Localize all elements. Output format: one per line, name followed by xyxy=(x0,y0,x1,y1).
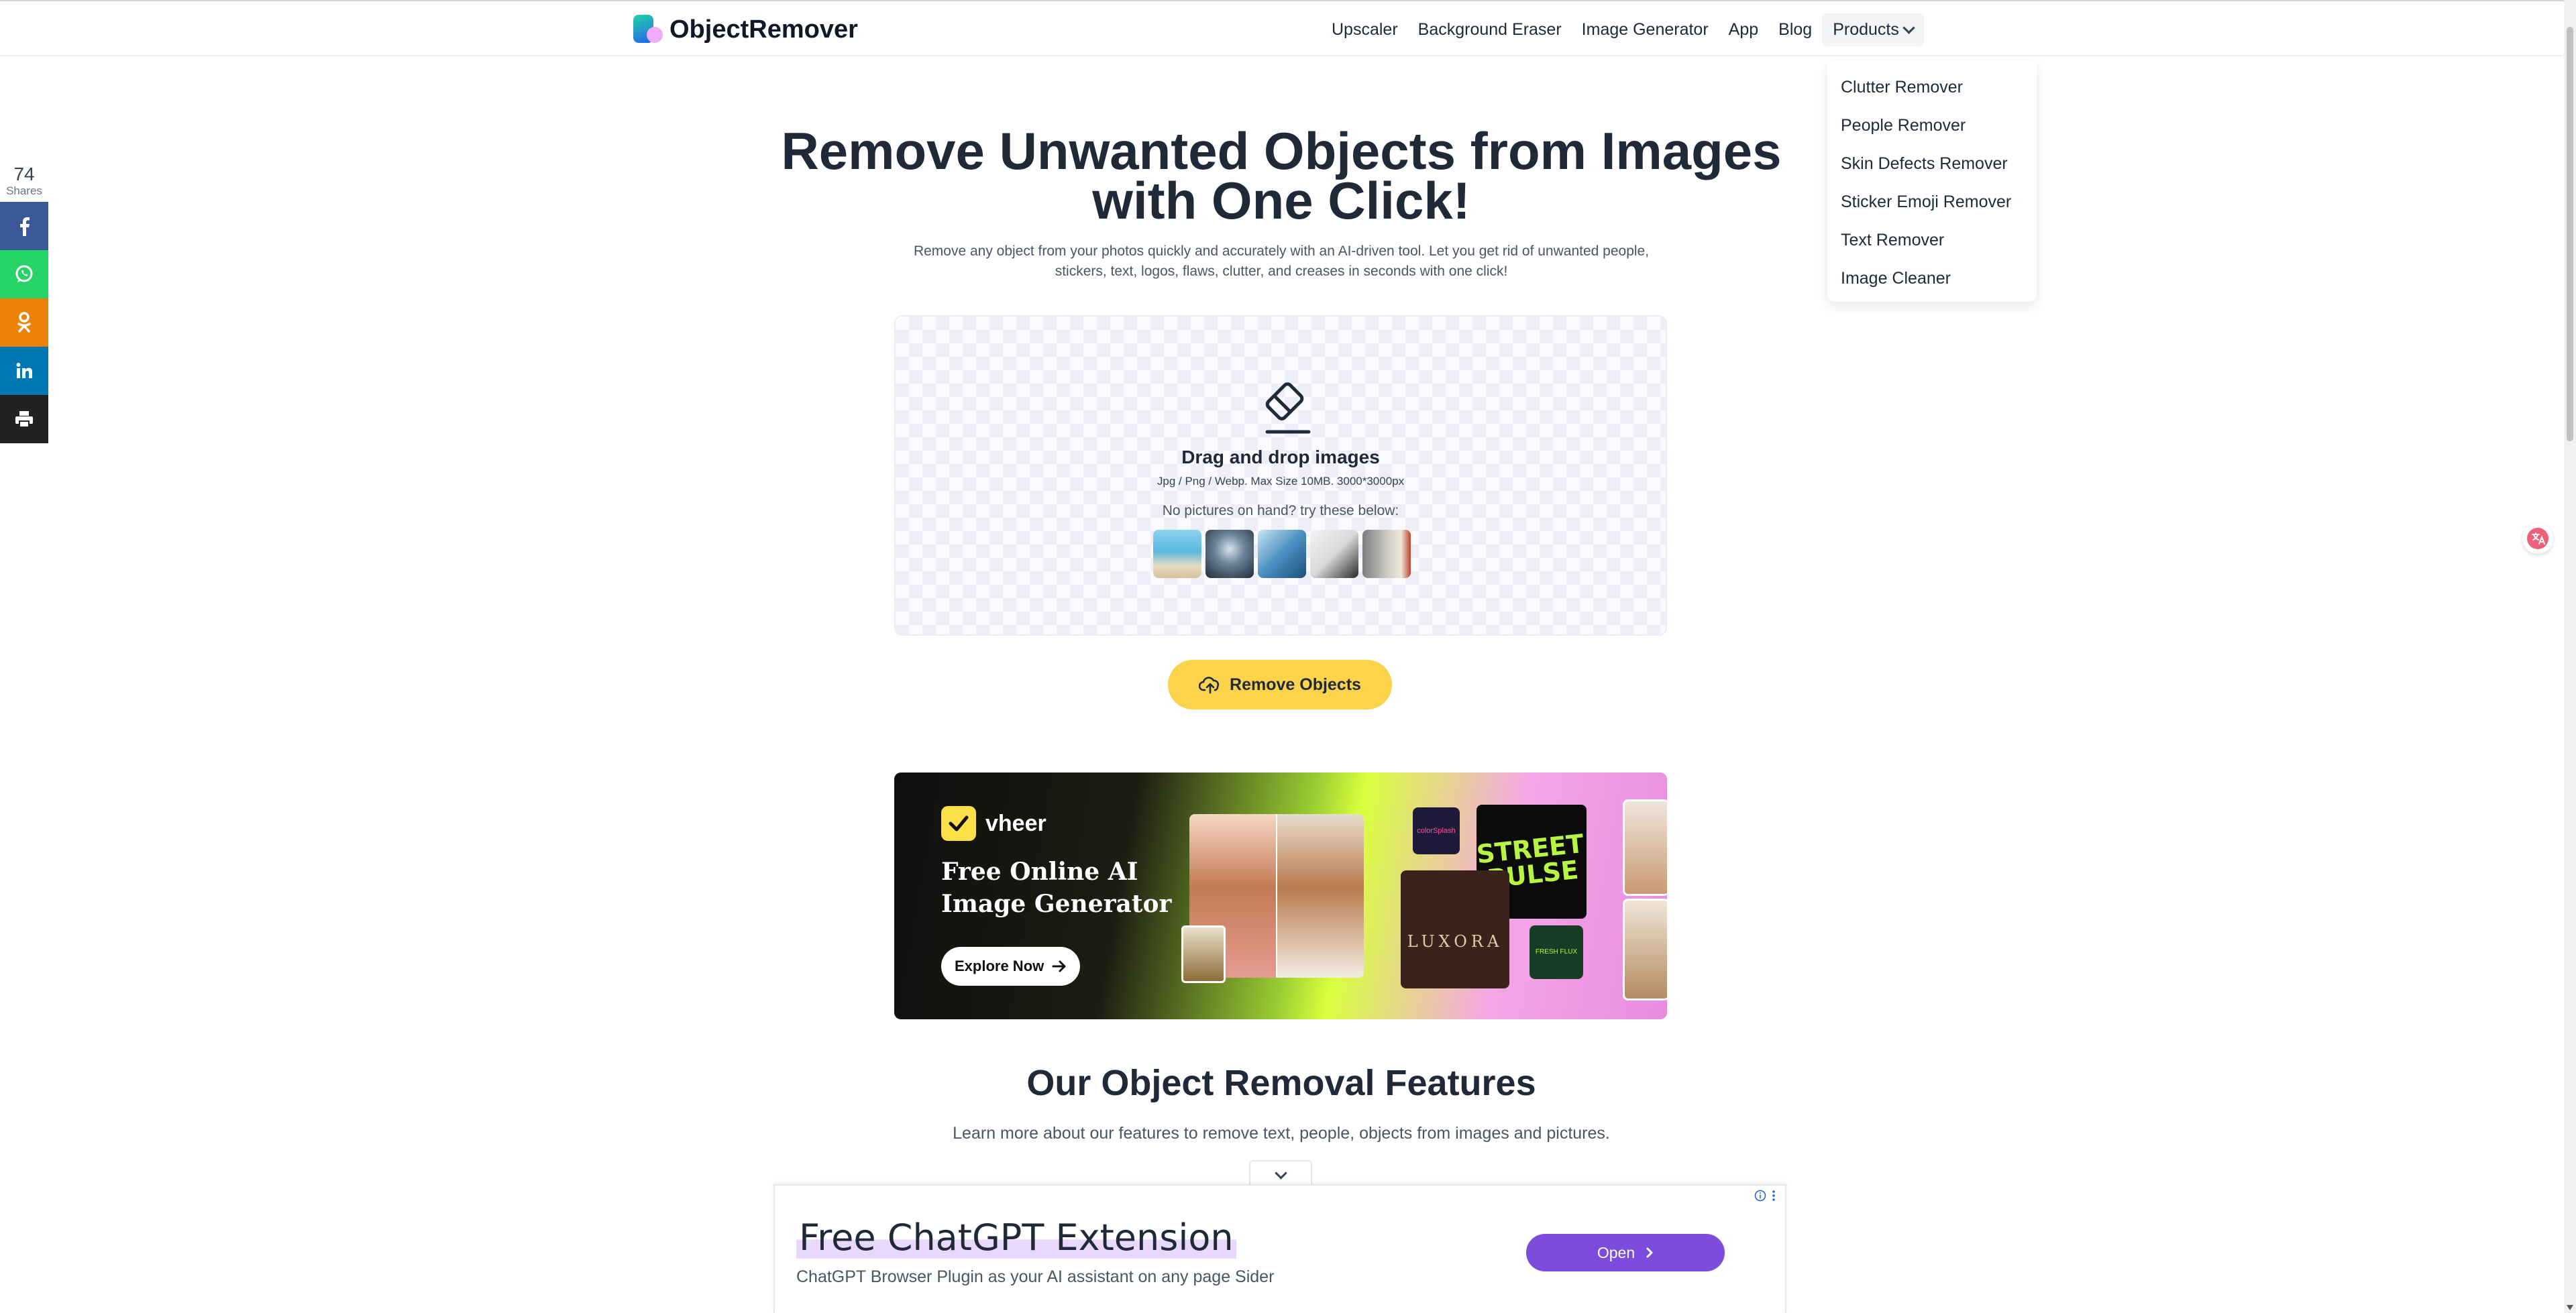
drag-drop-title: Drag and drop images xyxy=(1181,447,1380,467)
share-whatsapp-button[interactable] xyxy=(0,250,48,298)
scrollbar-thumb[interactable] xyxy=(2567,27,2573,441)
nav-background-eraser[interactable]: Background Eraser xyxy=(1408,15,1572,45)
banner-tile-fresh-flux: FRESH FLUX xyxy=(1529,925,1583,979)
share-count: 74 xyxy=(13,164,35,184)
share-label: Shares xyxy=(6,184,42,197)
banner-thumbnail xyxy=(1181,925,1226,983)
logo-text: ObjectRemover xyxy=(669,15,858,44)
chevron-down-icon xyxy=(1274,1166,1287,1180)
remove-objects-button[interactable]: Remove Objects xyxy=(1168,660,1392,709)
nav-products-dropdown[interactable]: Products xyxy=(1822,13,1924,46)
translate-icon xyxy=(2527,528,2548,549)
logo-icon xyxy=(633,15,663,44)
vheer-brand: vheer xyxy=(985,810,1046,836)
ad-info[interactable] xyxy=(1754,1190,1776,1202)
arrow-right-icon xyxy=(1052,960,1066,972)
hero-title: Remove Unwanted Objects from Images with… xyxy=(781,121,1782,230)
vheer-promo-banner[interactable]: vheer Free Online AI Image Generator Exp… xyxy=(894,773,1667,1019)
remove-objects-label: Remove Objects xyxy=(1230,675,1361,694)
sample-image-bird[interactable] xyxy=(1205,530,1254,578)
page-scrollbar[interactable] xyxy=(2564,0,2576,1313)
eraser-icon xyxy=(1265,382,1311,434)
hero-subtitle: Remove any object from your photos quick… xyxy=(913,243,1650,279)
banner-title: Free Online AI Image Generator xyxy=(941,858,1172,918)
ad-subtitle: ChatGPT Browser Plugin as your AI assist… xyxy=(796,1267,1275,1286)
share-print-button[interactable] xyxy=(0,395,48,443)
banner-portrait-top xyxy=(1623,799,1667,896)
upload-format-info: Jpg / Png / Webp. Max Size 10MB. 3000*30… xyxy=(1157,475,1405,488)
menu-item-skin-defects-remover[interactable]: Skin Defects Remover xyxy=(1827,145,2037,183)
odnoklassniki-icon xyxy=(17,312,31,333)
sample-images xyxy=(1153,530,1411,578)
print-icon xyxy=(15,411,33,428)
features-subtitle: Learn more about our features to remove … xyxy=(953,1124,1610,1143)
logo[interactable]: ObjectRemover xyxy=(633,15,858,44)
nav-products-label: Products xyxy=(1833,20,1899,39)
share-facebook-button[interactable] xyxy=(0,202,48,250)
banner-tile-luxora: LUXORA xyxy=(1401,870,1509,988)
nav-app[interactable]: App xyxy=(1719,15,1768,45)
vheer-logo: vheer xyxy=(941,806,1046,841)
chevron-right-icon xyxy=(1646,1247,1653,1258)
sample-images-prompt: No pictures on hand? try these below: xyxy=(1162,503,1399,518)
ad-open-button[interactable]: Open xyxy=(1526,1234,1725,1271)
menu-item-sticker-emoji-remover[interactable]: Sticker Emoji Remover xyxy=(1827,183,2037,221)
sample-image-desk[interactable] xyxy=(1310,530,1358,578)
explore-now-label: Explore Now xyxy=(955,958,1044,974)
nav-upscaler[interactable]: Upscaler xyxy=(1322,15,1408,45)
menu-item-image-cleaner[interactable]: Image Cleaner xyxy=(1827,260,2037,298)
nav-image-generator[interactable]: Image Generator xyxy=(1572,15,1719,45)
more-vertical-icon xyxy=(1772,1190,1775,1201)
sample-image-product[interactable] xyxy=(1362,530,1411,578)
bottom-ad[interactable]: Free ChatGPT Extension ChatGPT Browser P… xyxy=(773,1184,1786,1313)
products-menu: Clutter Remover People Remover Skin Defe… xyxy=(1827,60,2037,302)
facebook-icon xyxy=(20,217,30,236)
explore-now-button[interactable]: Explore Now xyxy=(941,947,1081,986)
banner-portrait-bottom xyxy=(1623,899,1667,1001)
nav-blog[interactable]: Blog xyxy=(1768,15,1822,45)
banner-tile-colorsplash: colorSplash xyxy=(1413,807,1460,854)
scroll-down-arrow-icon[interactable] xyxy=(2567,1305,2573,1310)
sample-image-surfer[interactable] xyxy=(1258,530,1306,578)
ad-title: Free ChatGPT Extension xyxy=(796,1216,1236,1259)
share-linkedin-button[interactable] xyxy=(0,347,48,395)
sample-image-beach[interactable] xyxy=(1153,530,1201,578)
linkedin-icon xyxy=(16,363,32,378)
ad-open-label: Open xyxy=(1597,1243,1635,1261)
vheer-check-icon xyxy=(941,806,976,841)
main-nav: Upscaler Background Eraser Image Generat… xyxy=(1322,13,1924,46)
site-header: ObjectRemover Upscaler Background Eraser… xyxy=(0,0,2564,56)
share-odnoklassniki-button[interactable] xyxy=(0,298,48,347)
translate-button[interactable] xyxy=(2522,523,2553,554)
cloud-upload-icon xyxy=(1199,677,1220,694)
menu-item-people-remover[interactable]: People Remover xyxy=(1827,107,2037,145)
page: ObjectRemover Upscaler Background Eraser… xyxy=(0,0,2576,1313)
menu-item-clutter-remover[interactable]: Clutter Remover xyxy=(1827,68,2037,107)
features-title: Our Object Removal Features xyxy=(1026,1063,1536,1103)
menu-item-text-remover[interactable]: Text Remover xyxy=(1827,221,2037,260)
upload-dropzone[interactable]: Drag and drop images Jpg / Png / Webp. M… xyxy=(894,315,1667,636)
info-icon xyxy=(1754,1190,1766,1202)
whatsapp-icon xyxy=(15,265,33,282)
share-sidebar: 74 Shares xyxy=(0,164,48,443)
chevron-down-icon xyxy=(1902,21,1915,34)
